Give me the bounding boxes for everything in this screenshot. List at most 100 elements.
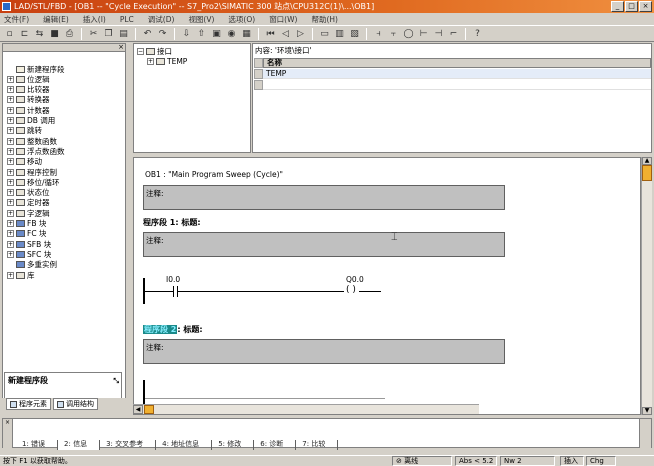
expand-icon[interactable]: + <box>7 178 14 186</box>
contact-address[interactable]: I0.0 <box>166 275 180 284</box>
tab-diagnostics[interactable]: 6: 诊断 <box>254 440 297 450</box>
undo-icon[interactable]: ↶ <box>141 27 154 40</box>
block-comment[interactable]: 注释: <box>143 185 505 210</box>
table-row[interactable] <box>263 80 651 90</box>
output-coil[interactable]: ( ) <box>344 285 358 297</box>
tree-item[interactable]: + 移位/循环 <box>7 177 60 187</box>
temp-node[interactable]: + TEMP <box>147 57 187 66</box>
scroll-thumb[interactable] <box>642 165 652 181</box>
minimize-button[interactable]: _ <box>611 1 624 12</box>
tree-item[interactable]: + 整数函数 <box>7 136 57 146</box>
tree-item[interactable]: + SFC 块 <box>7 249 51 259</box>
network-2-comment[interactable]: 注释: <box>143 339 505 364</box>
tree-item[interactable]: + 字逻辑 <box>7 208 50 218</box>
tree-item[interactable]: + DB 调用 <box>7 116 55 126</box>
tree-item[interactable]: + FB 块 <box>7 219 46 229</box>
tab-program-elements[interactable]: 程序元素 <box>6 398 51 410</box>
expand-icon[interactable]: + <box>7 75 14 83</box>
detail-view-icon[interactable]: ▥ <box>333 27 346 40</box>
expand-icon[interactable]: + <box>7 147 14 155</box>
collapse-icon[interactable]: − <box>137 48 144 55</box>
cut-icon[interactable]: ✂ <box>87 27 100 40</box>
close-button[interactable]: × <box>639 1 652 12</box>
resize-corner-icon[interactable]: ⤡ <box>113 377 119 386</box>
menu-file[interactable]: 文件(F) <box>2 14 31 25</box>
monitor-icon[interactable]: ◉ <box>225 27 238 40</box>
menu-debug[interactable]: 调试(D) <box>146 14 177 25</box>
coil-icon[interactable]: ◯ <box>402 27 415 40</box>
tab-address-info[interactable]: 4: 地址信息 <box>156 440 213 450</box>
first-network-icon[interactable]: ⏮ <box>264 27 277 40</box>
expand-icon[interactable]: + <box>7 86 14 94</box>
open-branch-icon[interactable]: ⊢ <box>417 27 430 40</box>
copy-icon[interactable]: ❐ <box>102 27 115 40</box>
tree-item[interactable]: + 转换器 <box>7 95 50 105</box>
maximize-button[interactable]: □ <box>625 1 638 12</box>
paste-icon[interactable]: ▤ <box>117 27 130 40</box>
tree-item[interactable]: + 程序控制 <box>7 167 57 177</box>
menu-plc[interactable]: PLC <box>118 15 136 24</box>
tree-item[interactable]: + 位逻辑 <box>7 74 50 84</box>
download-icon[interactable]: ⇩ <box>180 27 193 40</box>
tab-call-structure[interactable]: 调用结构 <box>53 398 98 410</box>
tree-item[interactable]: + 移动 <box>7 157 42 167</box>
network-2-title[interactable]: 程序段 2: 标题: <box>143 324 203 335</box>
close-branch-icon[interactable]: ⊣ <box>432 27 445 40</box>
tab-compare[interactable]: 7: 比较 <box>296 440 339 450</box>
tree-item[interactable]: + 定时器 <box>7 198 50 208</box>
tree-item[interactable]: + 计数器 <box>7 105 50 115</box>
prev-icon[interactable]: ◁ <box>279 27 292 40</box>
block-title[interactable]: OB1 : "Main Program Sweep (Cycle)" <box>145 170 283 179</box>
scroll-left-icon[interactable]: ◀ <box>133 405 143 414</box>
tab-errors[interactable]: 1: 错误 <box>16 440 59 450</box>
ladder-view-icon[interactable]: ▭ <box>318 27 331 40</box>
no-contact-icon[interactable]: ⫞ <box>372 27 385 40</box>
tree-item[interactable]: + 状态位 <box>7 188 50 198</box>
column-header-name[interactable]: 名称 <box>263 58 651 68</box>
menu-insert[interactable]: 插入(I) <box>81 14 108 25</box>
expand-icon[interactable]: + <box>7 158 14 166</box>
tree-item[interactable]: +多重实例 <box>7 260 57 270</box>
interface-node[interactable]: − 接口 <box>137 46 172 57</box>
expand-icon[interactable]: + <box>7 220 14 227</box>
expand-icon[interactable]: + <box>7 127 14 135</box>
expand-icon[interactable]: + <box>147 58 154 65</box>
open-icon[interactable]: ⊏ <box>18 27 31 40</box>
tree-item[interactable]: + 库 <box>7 270 35 280</box>
tree-item[interactable]: + 跳转 <box>7 126 42 136</box>
expand-icon[interactable]: + <box>7 96 14 104</box>
tab-modify[interactable]: 5: 修改 <box>212 440 255 450</box>
expand-icon[interactable]: + <box>7 240 14 248</box>
menu-options[interactable]: 选项(O) <box>226 14 257 25</box>
scroll-up-icon[interactable]: ▲ <box>642 157 652 165</box>
menu-view[interactable]: 视图(V) <box>186 14 216 25</box>
expand-icon[interactable]: + <box>7 209 14 217</box>
network-1-title[interactable]: 程序段 1: 标题: <box>143 217 201 228</box>
table-row[interactable]: TEMP <box>263 69 651 79</box>
tab-info[interactable]: 2: 信息 <box>58 440 101 450</box>
vertical-scrollbar[interactable]: ▲ ▼ <box>641 157 652 415</box>
expand-icon[interactable]: + <box>7 168 14 176</box>
next-icon[interactable]: ▷ <box>294 27 307 40</box>
print-icon[interactable]: ⎙ <box>63 27 76 40</box>
accessible-nodes-icon[interactable]: ⇆ <box>33 27 46 40</box>
hscroll-thumb[interactable] <box>144 405 154 414</box>
compile-icon[interactable]: ▣ <box>210 27 223 40</box>
new-icon[interactable]: ▫ <box>3 27 16 40</box>
expand-icon[interactable]: + <box>7 271 14 279</box>
tree-item[interactable]: + 比较器 <box>7 85 50 95</box>
menu-edit[interactable]: 编辑(E) <box>41 14 71 25</box>
redo-icon[interactable]: ↷ <box>156 27 169 40</box>
fbd-view-icon[interactable]: ▧ <box>348 27 361 40</box>
close-panel-icon[interactable]: × <box>118 43 124 51</box>
connection-icon[interactable]: ⌐ <box>447 27 460 40</box>
expand-icon[interactable]: + <box>7 137 14 145</box>
tree-item[interactable]: + SFB 块 <box>7 239 51 249</box>
tree-item[interactable]: +新建程序段 <box>7 64 65 74</box>
code-editor[interactable]: OB1 : "Main Program Sweep (Cycle)" 注释: 程… <box>133 157 641 415</box>
expand-icon[interactable]: + <box>7 106 14 114</box>
upload-icon[interactable]: ⇧ <box>195 27 208 40</box>
save-icon[interactable]: ■ <box>48 27 61 40</box>
expand-icon[interactable]: + <box>7 250 14 258</box>
expand-icon[interactable]: + <box>7 189 14 197</box>
